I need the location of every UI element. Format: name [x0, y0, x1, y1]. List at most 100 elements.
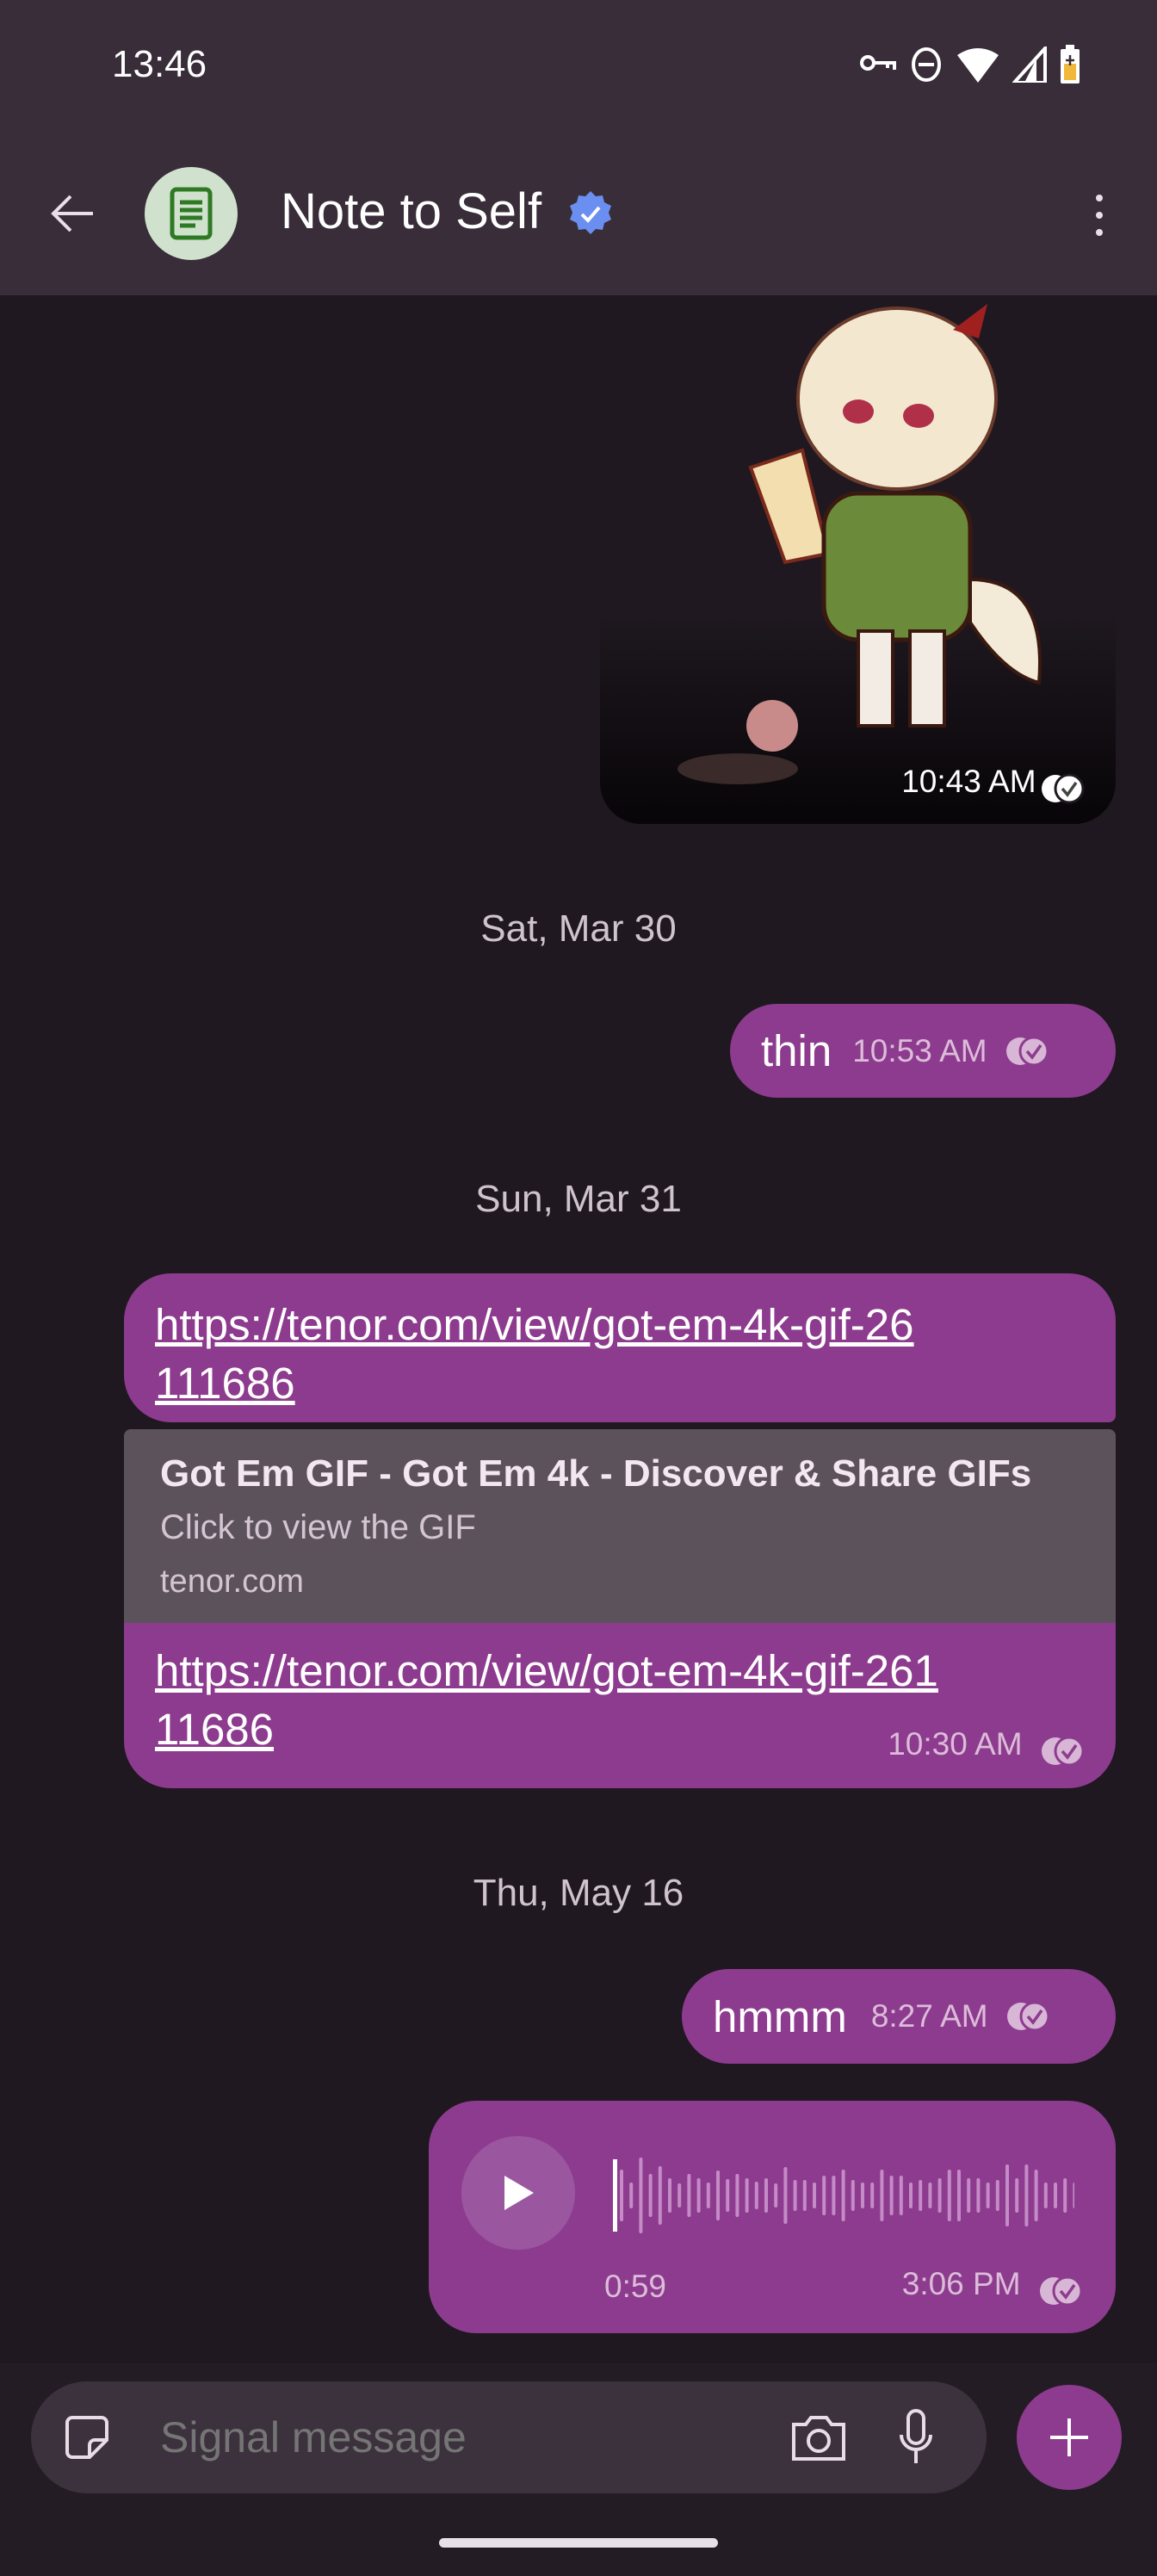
plus-icon: [1050, 2418, 1088, 2456]
waveform-bar: [909, 2183, 913, 2208]
waveform-bar: [995, 2180, 999, 2211]
note-icon: [170, 187, 213, 240]
link-message[interactable]: https://tenor.com/view/got-em-4k-gif-261…: [124, 1273, 1116, 1788]
voice-message[interactable]: 0:59 3:06 PM: [429, 2101, 1116, 2333]
waveform-bar: [967, 2178, 971, 2213]
home-gesture-handle[interactable]: [439, 2538, 718, 2548]
waveform-bar: [696, 2178, 701, 2213]
message-text: hmmm: [713, 1991, 847, 2041]
waveform-bar: [919, 2180, 923, 2211]
link-text-top: https://tenor.com/view/got-em-4k-gif-261…: [124, 1273, 1116, 1422]
cell-signal-icon: [1012, 46, 1047, 83]
waveform-bar: [687, 2174, 691, 2217]
message-time: 10:53 AM: [852, 1032, 987, 1068]
waveform-bar: [1063, 2178, 1067, 2213]
waveform-bar: [620, 2170, 623, 2221]
microphone-icon[interactable]: [899, 2409, 933, 2466]
status-time: 13:46: [112, 43, 207, 85]
message-bubble[interactable]: hmmm 8:27 AM: [682, 1969, 1116, 2064]
waveform-bar: [880, 2170, 884, 2221]
waveform-slider[interactable]: [609, 2152, 1074, 2239]
waveform-bar: [841, 2170, 845, 2221]
waveform-bar: [889, 2176, 894, 2215]
camera-icon[interactable]: [789, 2414, 849, 2462]
play-icon: [504, 2176, 534, 2210]
waveform-bar: [822, 2176, 826, 2215]
attach-button[interactable]: [1017, 2385, 1122, 2490]
sticker-message[interactable]: 10:43 AM: [600, 295, 1116, 824]
play-button[interactable]: [461, 2136, 575, 2250]
waveform-bar: [726, 2179, 730, 2212]
message-text: thin: [761, 1026, 832, 1075]
waveform-bar: [745, 2178, 749, 2213]
sticker-icon[interactable]: [64, 2414, 110, 2461]
wifi-icon: [957, 48, 999, 83]
waveform-bar: [793, 2180, 797, 2211]
message-bubble[interactable]: thin 10:53 AM: [730, 1004, 1116, 1098]
message-input[interactable]: [160, 2407, 763, 2468]
verified-badge-icon: [570, 191, 611, 234]
date-divider: Sun, Mar 31: [475, 1178, 682, 1220]
waveform-bar: [658, 2166, 662, 2225]
waveform-bar: [783, 2167, 788, 2224]
read-receipt-icon: [1006, 2001, 1050, 2032]
message-input-container[interactable]: [31, 2381, 987, 2493]
waveform-bar: [813, 2183, 816, 2208]
more-vertical-icon[interactable]: [1086, 189, 1112, 241]
waveform-bar: [1005, 2164, 1009, 2226]
preview-domain: tenor.com: [160, 1564, 304, 1600]
waveform-bar: [1024, 2164, 1029, 2226]
waveform-bar: [648, 2174, 653, 2217]
waveform-bar: [851, 2180, 855, 2211]
waveform-bar: [629, 2183, 634, 2208]
message-meta: 3:06 PM: [902, 2266, 1083, 2307]
waveform-bar: [706, 2183, 710, 2208]
playhead[interactable]: [613, 2159, 617, 2232]
link-bubble: Got Em GIF - Got Em 4k - Discover & Shar…: [124, 1429, 1116, 1788]
message-time: 3:06 PM: [901, 2266, 1021, 2301]
waveform-bar: [937, 2178, 942, 2213]
waveform-bar: [861, 2183, 864, 2208]
waveform-bar: [976, 2178, 981, 2213]
battery-charging-icon: [1061, 45, 1080, 84]
sticker-image: [600, 295, 1116, 824]
waveform-bar: [716, 2170, 720, 2220]
message-time: 8:27 AM: [870, 1998, 988, 2034]
message-time: 10:30 AM: [888, 1726, 1023, 1762]
read-receipt-icon: [1042, 1736, 1085, 1767]
status-icons: [859, 45, 1081, 84]
read-receipt-icon: [1040, 2276, 1083, 2307]
waveform-bar: [1073, 2183, 1074, 2208]
waveform-bar: [1034, 2170, 1038, 2221]
waveform-bar: [1043, 2183, 1048, 2208]
waveform-bar: [986, 2183, 990, 2208]
date-divider: Thu, May 16: [473, 1872, 684, 1914]
waveform-bar: [802, 2180, 807, 2211]
waveform-bar: [1015, 2178, 1019, 2213]
message-time: 10:43 AM: [901, 764, 1036, 800]
waveform-bar: [947, 2170, 951, 2221]
vpn-key-icon: [860, 55, 896, 71]
read-receipt-icon: [1042, 773, 1085, 804]
waveform-bar: [957, 2170, 961, 2221]
waveform-bar: [774, 2183, 778, 2208]
date-divider: Sat, Mar 30: [480, 907, 677, 950]
waveform-bar: [832, 2176, 836, 2215]
arrow-left-icon[interactable]: [45, 188, 96, 239]
url-link[interactable]: https://tenor.com/view/got-em-4k-gif-261…: [155, 1642, 956, 1759]
message-meta: 10:30 AM: [888, 1726, 1085, 1768]
read-receipt-icon: [1005, 1036, 1049, 1066]
waveform-bar: [735, 2174, 739, 2217]
conversation-title[interactable]: Note to Self: [281, 183, 541, 240]
message-meta: 10:43 AM: [901, 764, 1085, 805]
url-link[interactable]: https://tenor.com/view/got-em-4k-gif-261…: [155, 1296, 930, 1413]
waveform-bar: [668, 2178, 671, 2213]
voice-duration: 0:59: [604, 2269, 667, 2304]
avatar[interactable]: [145, 167, 238, 260]
preview-description: Click to view the GIF: [160, 1508, 476, 1546]
link-preview[interactable]: Got Em GIF - Got Em 4k - Discover & Shar…: [124, 1429, 1116, 1623]
waveform-bar: [870, 2183, 875, 2208]
waveform-bar: [928, 2183, 932, 2208]
waveform-bar: [677, 2183, 682, 2208]
waveform-bar: [764, 2178, 768, 2213]
